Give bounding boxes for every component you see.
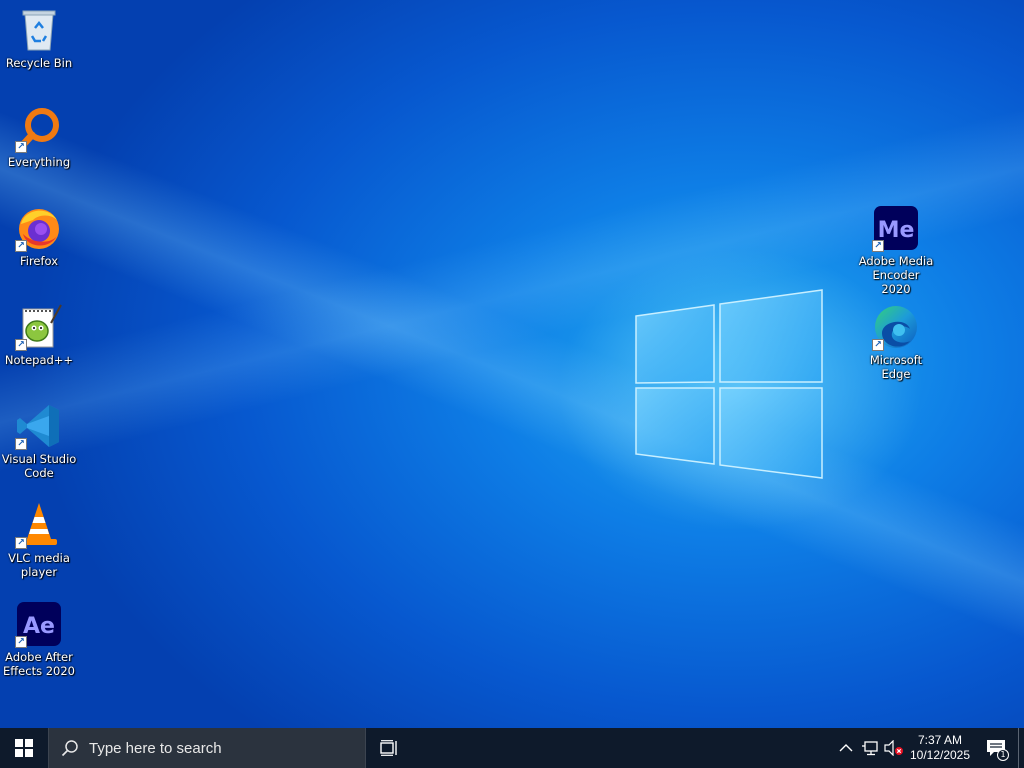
taskbar-search-box[interactable]: Type here to search	[48, 728, 366, 768]
windows-logo-wallpaper	[635, 289, 823, 479]
shortcut-arrow-icon: ↗	[15, 636, 27, 648]
shortcut-arrow-icon: ↗	[15, 141, 27, 153]
clock[interactable]: 7:37 AM 10/12/2025	[906, 728, 974, 768]
clock-date: 10/12/2025	[909, 748, 971, 762]
shortcut-arrow-icon: ↗	[15, 240, 27, 252]
shortcut-arrow-icon: ↗	[15, 537, 27, 549]
windows-start-icon	[15, 739, 33, 757]
volume-button[interactable]	[882, 728, 906, 768]
start-button[interactable]	[0, 728, 48, 768]
desktop-icon-firefox[interactable]: ↗ Firefox	[1, 204, 77, 268]
task-view-button[interactable]	[366, 728, 414, 768]
desktop-icon-everything[interactable]: ↗ Everything	[1, 105, 77, 169]
search-icon	[61, 740, 78, 757]
shortcut-arrow-icon: ↗	[15, 438, 27, 450]
after-effects-glyph: Ae	[23, 614, 55, 639]
desktop-icon-label: VLC media player	[8, 551, 70, 579]
desktop-icon-vlc[interactable]: ↗ VLC media player	[1, 501, 77, 579]
show-desktop-button[interactable]	[1018, 728, 1024, 768]
desktop-icon-label: Adobe Media Encoder 2020	[858, 254, 934, 296]
chevron-up-icon	[839, 744, 853, 752]
desktop-icon-label: Notepad++	[4, 353, 74, 367]
network-icon	[862, 741, 878, 756]
desktop-icon-label: Recycle Bin	[5, 56, 73, 70]
clock-time: 7:37 AM	[917, 733, 963, 747]
network-button[interactable]	[858, 728, 882, 768]
shortcut-arrow-icon: ↗	[15, 339, 27, 351]
notification-count-badge: 1	[997, 749, 1009, 761]
desktop-icon-recycle-bin[interactable]: Recycle Bin	[1, 6, 77, 70]
taskbar: Type here to search 7:37 AM 10/12/2025 1	[0, 728, 1024, 768]
desktop-icon-media-encoder[interactable]: Me ↗ Adobe Media Encoder 2020	[858, 204, 934, 296]
desktop-icon-vscode[interactable]: ↗ Visual Studio Code	[1, 402, 77, 480]
recycle-bin-icon	[22, 10, 56, 51]
show-hidden-icons-button[interactable]	[834, 728, 858, 768]
system-tray: 7:37 AM 10/12/2025 1	[834, 728, 1024, 768]
desktop-icon-label: Microsoft Edge	[869, 353, 923, 381]
shortcut-arrow-icon: ↗	[872, 240, 884, 252]
desktop-icon-label: Adobe After Effects 2020	[2, 650, 75, 678]
search-placeholder: Type here to search	[89, 739, 222, 757]
shortcut-arrow-icon: ↗	[872, 339, 884, 351]
desktop-icon-notepad-plus-plus[interactable]: ↗ Notepad++	[1, 303, 77, 367]
desktop-icon-edge[interactable]: ↗ Microsoft Edge	[858, 303, 934, 381]
desktop-icon-after-effects[interactable]: Ae ↗ Adobe After Effects 2020	[1, 600, 77, 678]
volume-muted-icon	[884, 740, 903, 756]
desktop-icon-label: Everything	[7, 155, 71, 169]
desktop-icon-label: Visual Studio Code	[1, 452, 77, 480]
desktop-icon-label: Firefox	[19, 254, 59, 268]
task-view-icon	[380, 740, 397, 756]
desktop[interactable]: Recycle Bin ↗ Everything ↗ Firefox ↗ Not…	[0, 0, 1024, 728]
action-center-button[interactable]: 1	[974, 728, 1018, 768]
